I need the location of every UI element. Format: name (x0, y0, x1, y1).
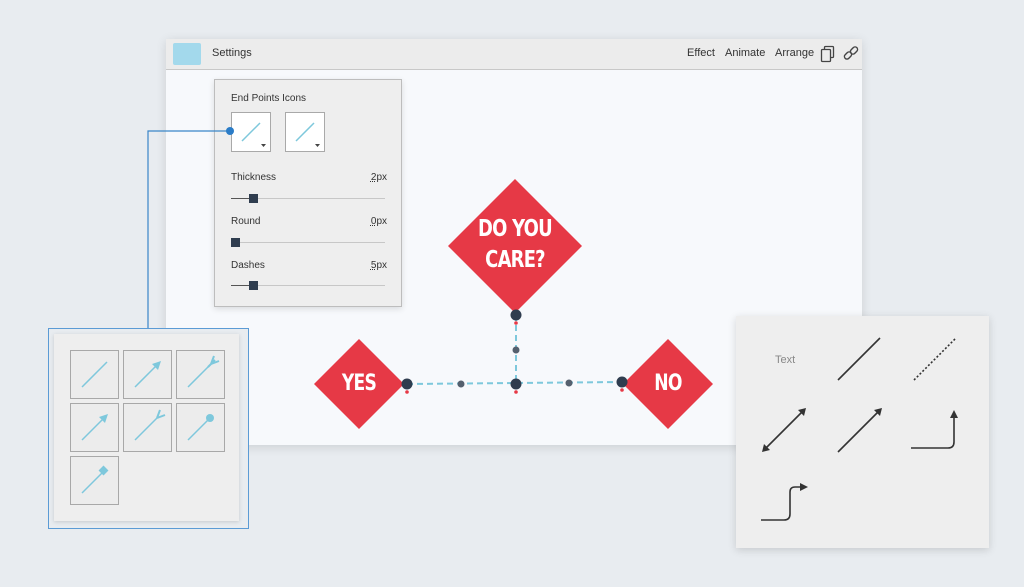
slider-thumb[interactable] (249, 281, 258, 290)
slider-track (231, 242, 385, 243)
round-label: Round (231, 216, 261, 227)
endpoint-icons-grid (54, 334, 239, 521)
elbow-arrow-up-icon[interactable] (908, 408, 960, 452)
handle-midpoint[interactable] (565, 379, 573, 387)
handle-node[interactable] (616, 376, 628, 388)
no-text: NO (654, 371, 682, 396)
handle-midpoint[interactable] (512, 346, 520, 354)
handle-midpoint[interactable] (457, 380, 465, 388)
thickness-label: Thickness (231, 172, 277, 183)
handle-marker (620, 388, 624, 392)
end-points-heading: End Points Icons (231, 93, 307, 104)
thickness-value: 2px (371, 172, 387, 183)
handle-marker (405, 390, 409, 394)
square-end-line-icon[interactable] (70, 456, 119, 505)
end-point-selector[interactable] (285, 112, 325, 152)
line-styles-panel: Text (736, 316, 989, 548)
question-line2: CARE? (485, 247, 545, 273)
dashes-label: Dashes (231, 260, 265, 271)
handle-marker (514, 390, 518, 394)
dot-end-line-icon[interactable] (176, 403, 225, 452)
handle-marker (514, 321, 518, 325)
slider-thumb[interactable] (249, 194, 258, 203)
handle-node[interactable] (510, 378, 522, 390)
handle-node[interactable] (401, 378, 413, 390)
handle-node[interactable] (510, 309, 522, 321)
start-point-selector[interactable] (231, 112, 271, 152)
dashed-line-icon[interactable] (910, 334, 960, 384)
fork-end-line-icon-2[interactable] (123, 403, 172, 452)
arrow-line-icon[interactable] (834, 404, 886, 456)
plain-line-icon[interactable] (70, 350, 119, 399)
dashes-slider[interactable] (231, 281, 385, 291)
dashes-unit: px (376, 260, 387, 271)
connector-handles (401, 309, 628, 394)
question-line1: DO YOU (478, 216, 553, 242)
yes-text: YES (341, 371, 377, 396)
thickness-slider[interactable] (231, 194, 385, 204)
round-slider[interactable] (231, 238, 385, 248)
endpoint-icons-panel (48, 328, 249, 529)
dashes-value: 5px (371, 260, 387, 271)
fork-end-line-icon[interactable] (176, 350, 225, 399)
elbow-arrow-right-icon[interactable] (758, 480, 812, 524)
arrow-line-icon-2[interactable] (70, 403, 119, 452)
question-text: DO YOU CARE? (476, 214, 554, 276)
slider-thumb[interactable] (231, 238, 240, 247)
round-value: 0px (371, 216, 387, 227)
settings-panel: End Points Icons Thickness 2px Round 0px… (214, 79, 402, 307)
thickness-unit: px (376, 172, 387, 183)
solid-line-icon[interactable] (834, 334, 884, 384)
double-arrow-line-icon[interactable] (758, 404, 810, 456)
arrow-line-icon[interactable] (123, 350, 172, 399)
text-tool[interactable]: Text (775, 354, 795, 366)
round-unit: px (376, 216, 387, 227)
